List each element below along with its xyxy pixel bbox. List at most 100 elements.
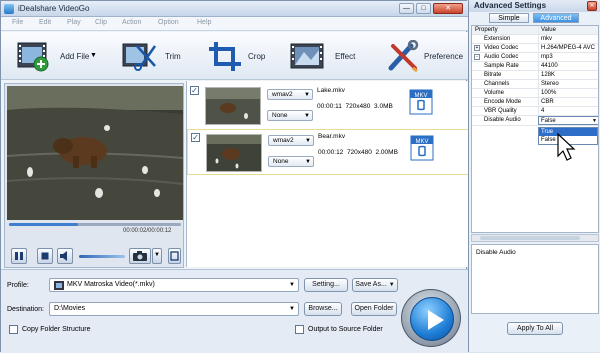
menu-help[interactable]: Help (197, 19, 211, 26)
add-file-icon (17, 42, 49, 72)
grid-value: mp3 (538, 53, 598, 62)
app-icon (4, 4, 14, 14)
setting-button[interactable]: Setting... (304, 278, 348, 292)
menu-option[interactable]: Option (158, 19, 179, 26)
file-list: ✓ wmav2 ▼ None ▼ Lake.mkv 00:00:11 720x480… (186, 81, 469, 267)
destination-label: Destination: (7, 306, 44, 313)
file-thumbnail (205, 87, 261, 125)
destination-value: D:\Movies (54, 305, 86, 312)
disable-audio-value: False (541, 118, 556, 124)
seek-bar[interactable] (9, 223, 181, 226)
collapse-icon[interactable]: - (474, 54, 480, 60)
scrollbar-thumb[interactable] (480, 236, 580, 240)
film-icon (54, 281, 64, 290)
open-folder-button[interactable]: Open Folder (351, 302, 397, 316)
subtitle-value: None (272, 112, 288, 119)
snapshot-dropdown[interactable]: ▼ (152, 248, 162, 264)
total-time: 00:00:12 (148, 228, 172, 234)
grid-row-volume[interactable]: Volume 100% (472, 89, 598, 98)
file-size: 3.0MB (374, 103, 393, 110)
tab-advanced[interactable]: Advanced (533, 13, 579, 23)
grid-row-bitrate[interactable]: Bitrate 128K (472, 71, 598, 80)
toolbar: Add File ▼ Trim Crop Effect Preference (1, 32, 468, 80)
maximize-button[interactable]: □ (416, 3, 431, 14)
apply-to-all-button[interactable]: Apply To All (507, 322, 563, 335)
grid-row-video-codec[interactable]: + Video Codec H.264/MPEG-4 AVC (472, 44, 598, 53)
subtitle-select[interactable]: None ▼ (267, 110, 313, 121)
snapshot-button[interactable] (129, 248, 151, 264)
chevron-down-icon: ▼ (154, 252, 160, 258)
grid-key: Extension (484, 36, 511, 42)
grid-value: CBR (538, 98, 598, 107)
menu-edit[interactable]: Edit (39, 19, 51, 26)
grid-value: 128K (538, 71, 598, 80)
trim-button[interactable]: Trim (121, 38, 181, 74)
file-row-bear[interactable]: ✓ wmav2 ▼ None ▼ Bear.mkv 00:00:12 720x480… (187, 129, 469, 175)
pause-button[interactable] (11, 248, 27, 264)
profile-label: Profile: (7, 282, 29, 289)
menu-action[interactable]: Action (122, 19, 141, 26)
preference-button[interactable]: Preference (385, 38, 465, 74)
file-duration: 00:00:12 (318, 149, 344, 156)
grid-row-vbr-quality[interactable]: VBR Quality 4 (472, 107, 598, 116)
bear-river-image (7, 86, 183, 220)
save-as-button[interactable]: Save As... ▼ (352, 278, 398, 292)
grid-key: Volume (484, 90, 505, 96)
effect-button[interactable]: Effect (289, 38, 359, 74)
panel-close-button[interactable]: ✕ (587, 1, 597, 11)
grid-row-sample-rate[interactable]: Sample Rate 44100 (472, 62, 598, 71)
expand-icon[interactable]: + (474, 45, 480, 51)
grid-row-disable-audio[interactable]: Disable Audio False ▼ (472, 116, 598, 126)
audio-track-value: wmav2 (273, 137, 294, 144)
audio-track-select[interactable]: wmav2 ▼ (267, 89, 313, 100)
advanced-settings-title-text: Advanced Settings (474, 1, 547, 10)
tab-simple[interactable]: Simple (489, 13, 529, 23)
subtitle-select[interactable]: None ▼ (268, 156, 314, 167)
main-window: iDealshare VideoGo — □ ✕ File Edit Play … (0, 0, 469, 353)
file-checkbox[interactable]: ✓ (191, 133, 200, 142)
fullscreen-icon (170, 251, 179, 261)
add-file-button[interactable]: Add File ▼ (16, 38, 97, 74)
grid-row-audio-codec[interactable]: - Audio Codec mp3 (472, 53, 598, 62)
disable-audio-select[interactable]: False ▼ (538, 116, 598, 125)
profile-select[interactable]: MKV Matroska Video(*.mkv) ▼ (49, 278, 299, 292)
convert-button[interactable] (401, 289, 461, 347)
crop-icon (209, 42, 241, 71)
menu-file[interactable]: File (12, 19, 23, 26)
property-grid: Property Value Extension mkv + Video Codec… (471, 25, 599, 233)
stop-button[interactable] (37, 248, 53, 264)
mute-button[interactable] (57, 248, 73, 264)
volume-slider[interactable] (79, 255, 125, 258)
fullscreen-button[interactable] (168, 248, 181, 264)
horizontal-scrollbar[interactable] (471, 234, 599, 242)
grid-value: 4 (538, 107, 598, 116)
trim-label: Trim (165, 52, 181, 61)
chevron-down-icon: ▼ (90, 52, 97, 59)
output-source-checkbox[interactable] (295, 325, 304, 334)
grid-key: Sample Rate (484, 63, 519, 69)
mkv-format-icon[interactable]: MKV (409, 89, 433, 115)
mouse-cursor-icon (557, 132, 576, 161)
close-button[interactable]: ✕ (433, 3, 463, 14)
file-checkbox[interactable]: ✓ (190, 86, 199, 95)
grid-row-extension[interactable]: Extension mkv (472, 35, 598, 44)
browse-button[interactable]: Browse... (304, 302, 342, 316)
grid-row-encode-mode[interactable]: Encode Mode CBR (472, 98, 598, 107)
mkv-format-icon[interactable]: MKV (410, 135, 434, 161)
menu-play[interactable]: Play (67, 19, 81, 26)
destination-select[interactable]: D:\Movies ▼ (49, 302, 299, 316)
grid-row-channels[interactable]: Channels Stereo (472, 80, 598, 89)
grid-value: H.264/MPEG-4 AVC (538, 44, 598, 53)
minimize-button[interactable]: — (399, 3, 414, 14)
menu-clip[interactable]: Clip (95, 19, 107, 26)
file-row-lake[interactable]: ✓ wmav2 ▼ None ▼ Lake.mkv 00:00:11 720x480… (187, 83, 469, 129)
crop-button[interactable]: Crop (207, 38, 267, 74)
mkv-badge-text: MKV (415, 139, 428, 145)
video-preview[interactable] (7, 86, 183, 220)
output-source-label: Output to Source Folder (308, 326, 383, 333)
file-name: Bear.mkv (318, 133, 346, 140)
chevron-down-icon: ▼ (304, 113, 310, 119)
copy-folder-checkbox[interactable] (9, 325, 18, 334)
description-text: Disable Audio (476, 249, 516, 256)
audio-track-select[interactable]: wmav2 ▼ (268, 135, 314, 146)
